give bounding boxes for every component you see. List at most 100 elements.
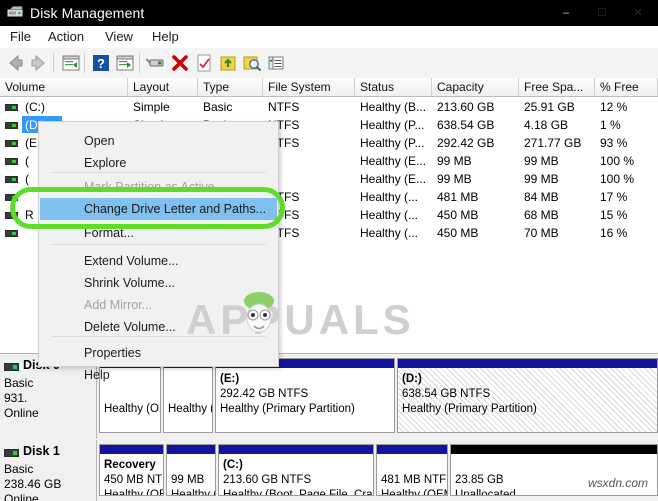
partition-status: Healthy (OEM (104, 489, 163, 496)
svg-text:?: ? (97, 56, 105, 71)
partition-size: 638.54 GB NTFS (402, 388, 491, 400)
volume-disk-icon (5, 122, 18, 129)
column-header[interactable]: Capacity (432, 78, 519, 96)
window-controls: – ☐ ✕ (548, 0, 658, 26)
minimize-button[interactable]: – (548, 0, 584, 26)
cell-free: 25.91 GB (524, 100, 575, 114)
zoom-icon[interactable] (241, 52, 263, 74)
column-header[interactable]: Free Spa... (519, 78, 595, 96)
cell-pct: 17 % (600, 190, 628, 204)
partition-status: Healthy (Primary Partition) (220, 403, 355, 415)
partition-color-bar (167, 445, 215, 454)
partition-color-bar (100, 445, 163, 454)
partition-block[interactable]: Recovery 450 MB NTFS Healthy (OEM (99, 444, 164, 496)
partition-color-bar (451, 445, 657, 454)
menu-action[interactable]: Action (42, 28, 90, 46)
column-header[interactable]: Layout (128, 78, 198, 96)
delete-icon[interactable] (169, 52, 191, 74)
menu-item-format[interactable]: Format... (40, 222, 277, 244)
cell-pct: 93 % (600, 136, 628, 150)
disk-status: Online (4, 406, 39, 420)
cell-capacity: 292.42 GB (437, 136, 495, 150)
cell-status: Healthy (E... (360, 154, 427, 168)
menu-item-explore[interactable]: Explore (40, 152, 277, 174)
menu-item-extend-volume[interactable]: Extend Volume... (40, 250, 277, 272)
column-header[interactable]: Volume (0, 78, 128, 96)
cell-capacity: 213.60 GB (437, 100, 495, 114)
cell-free: 99 MB (524, 154, 559, 168)
title-bar: Disk Management – ☐ ✕ (0, 0, 658, 26)
partition-block[interactable]: 99 MB Healthy ( (166, 444, 216, 496)
disk-row[interactable]: Disk 1 Basic 238.46 GB Online Recovery 450 MB… (0, 440, 658, 501)
disk-size: 931. (4, 391, 28, 405)
partition-size: 99 MB (171, 474, 205, 486)
partition-block[interactable]: 481 MB NTFS Healthy (OEM (376, 444, 448, 496)
cell-capacity: 450 MB (437, 208, 479, 222)
menu-item-properties[interactable]: Properties (40, 342, 277, 364)
menu-file[interactable]: File (4, 28, 37, 46)
close-icon: ✕ (633, 7, 643, 19)
cell-type: Basic (203, 100, 233, 114)
column-header[interactable]: Type (198, 78, 263, 96)
maximize-button[interactable]: ☐ (584, 0, 620, 26)
table-row[interactable]: (C:) Simple Basic NTFS Healthy (B... 213.60 G… (0, 98, 658, 116)
cell-capacity: 99 MB (437, 154, 472, 168)
cell-capacity: 450 MB (437, 226, 479, 240)
partition-size: 450 MB NTFS (104, 474, 163, 486)
close-button[interactable]: ✕ (620, 0, 656, 26)
toolbar: ? (0, 48, 658, 79)
cell-status: Healthy (B... (360, 100, 427, 114)
cell-free: 70 MB (524, 226, 559, 240)
back-arrow-icon[interactable] (4, 52, 26, 74)
column-header[interactable]: % Free (595, 78, 658, 96)
refresh-icon[interactable] (193, 52, 215, 74)
export-list-icon[interactable] (217, 52, 239, 74)
menu-item-change-drive-letter-and-paths[interactable]: Change Drive Letter and Paths... (40, 198, 277, 220)
partition-status: Healthy (OEM Pa (104, 403, 160, 415)
disk-size: 238.46 GB (4, 477, 62, 491)
menu-help[interactable]: Help (146, 28, 185, 46)
watermark-site: wsxdn.com (588, 476, 649, 490)
menu-bar: File Action View Help (0, 26, 658, 49)
partition-status: Healthy (Primary Partition) (402, 403, 537, 415)
partition-size: 481 MB NTFS (381, 474, 448, 486)
partition-status: Healthy ( (171, 489, 216, 496)
cell-capacity: 99 MB (437, 172, 472, 186)
volume-disk-icon (5, 140, 18, 147)
watermark-mascot-icon (244, 292, 274, 333)
partition-title: Recovery (104, 459, 156, 471)
cell-free: 84 MB (524, 190, 559, 204)
partition-block[interactable]: (C:) 213.60 GB NTFS Healthy (Boot, Page Fi… (218, 444, 374, 496)
menu-separator (51, 244, 266, 245)
cell-pct: 100 % (600, 154, 635, 168)
volume-disk-icon (5, 230, 18, 237)
properties-icon[interactable] (145, 52, 167, 74)
cell-free: 99 MB (524, 172, 559, 186)
partition-block[interactable]: (D:) 638.54 GB NTFS Healthy (Primary Parti… (397, 358, 658, 433)
up-one-level-icon[interactable] (60, 52, 82, 74)
menu-item-open[interactable]: Open (40, 130, 277, 152)
help-icon[interactable]: ? (90, 52, 112, 74)
cell-volume: ( (25, 172, 29, 186)
disk-icon (4, 449, 19, 457)
partition-color-bar (377, 445, 447, 454)
cell-capacity: 638.54 GB (437, 118, 495, 132)
cell-volume: (C:) (25, 100, 45, 114)
volume-disk-icon (5, 104, 18, 111)
partition-status: Healthy (Boot, Page File, Crash (223, 489, 374, 496)
column-header[interactable]: Status (355, 78, 432, 96)
menu-item-help[interactable]: Help (40, 364, 277, 386)
disk-type: Basic (4, 376, 34, 390)
checklist-icon[interactable] (265, 52, 287, 74)
show-hide-console-tree-icon[interactable] (114, 52, 136, 74)
cell-pct: 12 % (600, 100, 628, 114)
column-header[interactable]: File System (263, 78, 355, 96)
cell-status: Healthy (P... (360, 118, 425, 132)
menu-item-mark-partition-as-active: Mark Partition as Active (84, 180, 215, 194)
forward-arrow-icon[interactable] (28, 52, 50, 74)
partition-size: 23.85 GB (455, 474, 504, 486)
menu-view[interactable]: View (99, 28, 139, 46)
disk-info-panel[interactable]: Disk 1 Basic 238.46 GB Online (0, 440, 97, 501)
disk-status: Online (4, 492, 39, 501)
volume-list-header: Volume Layout Type File System Status Capacit… (0, 78, 658, 97)
